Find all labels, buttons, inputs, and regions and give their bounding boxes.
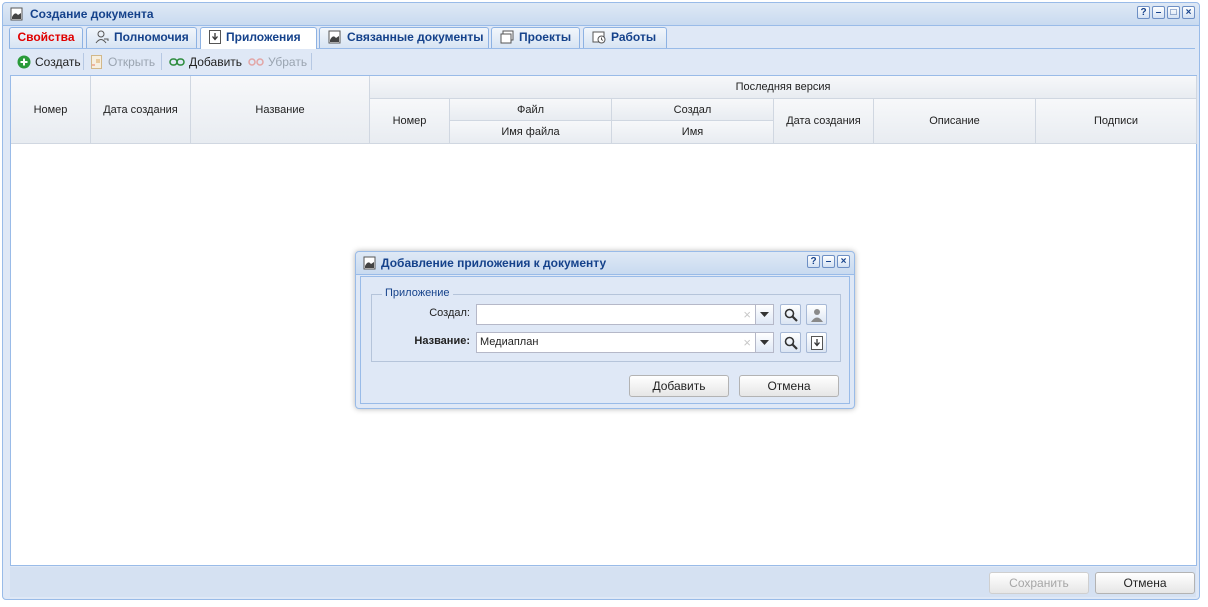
open-label: Открыть	[108, 55, 156, 69]
tab-label: Работы	[611, 30, 657, 44]
search-icon	[784, 336, 798, 350]
add-label: Добавить	[189, 55, 243, 69]
tab-works[interactable]: Работы	[583, 27, 667, 48]
column-group-label: Создал	[673, 103, 712, 116]
toolbar-separator	[161, 53, 162, 70]
add-link-button[interactable]: Добавить	[169, 55, 242, 69]
name-label: Название:	[414, 335, 470, 347]
open-document-icon	[91, 55, 102, 69]
minimize-icon[interactable]: –	[822, 255, 835, 268]
column-label: Подписи	[1094, 115, 1138, 127]
column-name[interactable]: Название	[191, 76, 370, 144]
tab-label: Свойства	[17, 30, 75, 44]
tab-label: Приложения	[226, 30, 301, 44]
works-clock-icon	[592, 31, 606, 44]
tab-label: Проекты	[519, 30, 572, 44]
name-combobox[interactable]: Медиаплан ×	[476, 332, 774, 353]
toolbar-separator	[311, 53, 312, 70]
document-icon	[363, 256, 376, 270]
close-icon[interactable]: ×	[837, 255, 850, 268]
user-icon	[810, 308, 823, 322]
tab-projects[interactable]: Проекты	[491, 27, 580, 48]
document-icon	[10, 7, 23, 21]
creator-label: Создал:	[429, 307, 470, 319]
attachment-fieldset: Приложение Создал: × Название: Медиаплан…	[371, 287, 841, 362]
column-label: Номер	[33, 103, 68, 116]
create-label: Создать	[35, 55, 81, 69]
footer-bar: Сохранить Отмена	[10, 567, 1196, 597]
add-circle-icon	[17, 55, 31, 69]
column-group-creator: Создал	[612, 99, 774, 121]
tab-permissions[interactable]: Полномочия	[86, 27, 197, 48]
column-label: Номер	[392, 115, 427, 127]
window-title: Создание документа	[30, 7, 154, 21]
maximize-icon[interactable]: □	[1167, 6, 1180, 19]
user-key-icon	[95, 30, 109, 44]
search-icon	[784, 308, 798, 322]
cancel-button[interactable]: Отмена	[1095, 572, 1195, 594]
chevron-down-icon[interactable]	[755, 333, 773, 352]
link-icon	[169, 58, 185, 66]
column-created-date[interactable]: Дата создания	[91, 76, 191, 144]
save-button[interactable]: Сохранить	[989, 572, 1089, 594]
column-number[interactable]: Номер	[11, 76, 91, 144]
select-user-button[interactable]	[806, 304, 827, 325]
remove-label: Убрать	[268, 55, 308, 69]
create-button[interactable]: Создать	[17, 55, 81, 69]
column-label: Имя	[681, 126, 704, 138]
help-icon[interactable]: ?	[1137, 6, 1150, 19]
fieldset-legend: Приложение	[382, 287, 453, 299]
toolbar-separator	[83, 53, 84, 70]
clear-icon[interactable]: ×	[743, 307, 751, 322]
document-icon	[328, 30, 341, 44]
minimize-icon[interactable]: –	[1152, 6, 1165, 19]
name-value: Медиаплан	[480, 336, 539, 348]
dialog-titlebar[interactable]: Добавление приложения к документу ? – ×	[356, 252, 854, 275]
tab-properties[interactable]: Свойства	[9, 27, 83, 48]
column-group-label: Последняя версия	[735, 81, 831, 93]
tab-related-documents[interactable]: Связанные документы	[319, 27, 489, 48]
search-creator-button[interactable]	[780, 304, 801, 325]
column-file-name[interactable]: Имя файла	[450, 121, 612, 144]
chevron-down-icon[interactable]	[755, 305, 773, 324]
column-label: Дата создания	[786, 115, 861, 127]
column-group-file: Файл	[450, 99, 612, 121]
dialog-cancel-button[interactable]: Отмена	[739, 375, 839, 397]
tab-label: Полномочия	[114, 30, 189, 44]
column-version-number[interactable]: Номер	[370, 99, 450, 144]
column-signatures[interactable]: Подписи	[1036, 99, 1197, 144]
projects-icon	[500, 30, 514, 44]
clear-icon[interactable]: ×	[743, 335, 751, 350]
open-button[interactable]: Открыть	[90, 55, 155, 69]
column-group-latest-version: Последняя версия	[370, 76, 1197, 99]
search-name-button[interactable]	[780, 332, 801, 353]
remove-link-button[interactable]: Убрать	[248, 55, 307, 69]
unlink-icon	[248, 58, 264, 66]
attachment-download-icon	[209, 29, 221, 44]
creator-combobox[interactable]: ×	[476, 304, 774, 325]
dialog-body: Приложение Создал: × Название: Медиаплан…	[360, 276, 850, 404]
column-label: Имя файла	[501, 126, 560, 138]
add-attachment-dialog: Добавление приложения к документу ? – × …	[355, 251, 855, 409]
column-group-label: Файл	[516, 103, 545, 116]
tab-attachments[interactable]: Приложения	[200, 27, 317, 49]
tab-strip: Свойства Полномочия Приложения Связанные…	[9, 26, 1195, 49]
column-label: Дата создания	[103, 103, 178, 116]
toolbar: Создать Открыть Добавить Убрать	[10, 50, 1196, 74]
help-icon[interactable]: ?	[807, 255, 820, 268]
close-icon[interactable]: ×	[1182, 6, 1195, 19]
column-label: Описание	[929, 115, 980, 127]
dialog-add-button[interactable]: Добавить	[629, 375, 729, 397]
column-description[interactable]: Описание	[874, 99, 1036, 144]
column-label: Название	[255, 103, 305, 116]
attachment-download-icon	[810, 335, 823, 350]
column-creator-name[interactable]: Имя	[612, 121, 774, 144]
dialog-title: Добавление приложения к документу	[381, 256, 607, 270]
column-version-created-date[interactable]: Дата создания	[774, 99, 874, 144]
upload-file-button[interactable]	[806, 332, 827, 353]
tab-label: Связанные документы	[347, 30, 484, 44]
window-titlebar[interactable]: Создание документа ? – □ ×	[3, 3, 1199, 26]
